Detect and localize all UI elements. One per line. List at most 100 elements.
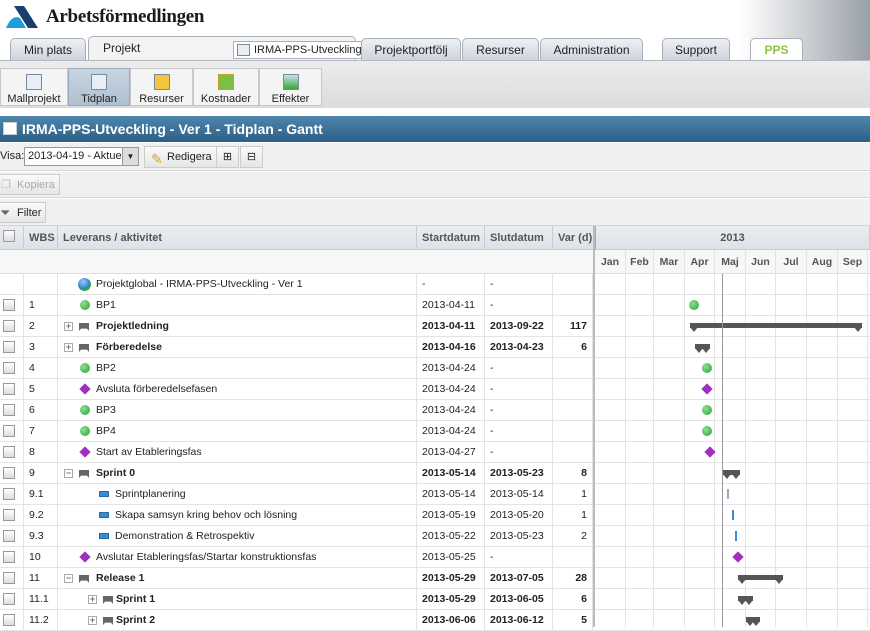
table-row[interactable]: 9.2 Skapa samsyn kring behov och lösning… [0,505,870,526]
expand-toggle-icon[interactable]: + [88,616,97,625]
edit-button[interactable]: ✎ Redigera [144,146,217,168]
activity-name[interactable]: BP4 [96,421,116,441]
activity-name[interactable]: Avslutar Etableringsfas/Startar konstruk… [96,547,316,567]
tab-resurser[interactable]: Resurser [462,38,539,60]
var-cell: 2 [553,526,593,547]
chevron-down-icon[interactable]: ▼ [122,148,138,165]
start-cell: 2013-04-16 [417,337,485,358]
row-checkbox[interactable] [3,530,15,542]
task-bar[interactable] [727,489,729,499]
table-row[interactable]: 2 + Projektledning 2013-04-11 2013-09-22 … [0,316,870,337]
table-row[interactable]: 7 BP4 2013-04-24 - [0,421,870,442]
expand-toggle-icon[interactable]: + [64,343,73,352]
activity-name[interactable]: Sprint 2 [116,610,155,630]
table-row[interactable]: 6 BP3 2013-04-24 - [0,400,870,421]
activity-name[interactable]: Start av Etableringsfas [96,442,202,462]
tab-projekt[interactable]: Projekt IRMA-PPS-Utveckling - Ver 1 (Mal… [88,36,432,60]
table-row[interactable]: 9.1 Sprintplanering 2013-05-14 2013-05-1… [0,484,870,505]
task-bar[interactable] [735,531,737,541]
row-checkbox[interactable] [3,299,15,311]
expand-toggle-icon[interactable]: − [64,574,73,583]
row-checkbox[interactable] [3,509,15,521]
globe-icon [78,278,91,291]
row-checkbox[interactable] [3,425,15,437]
table-row[interactable]: 8 Start av Etableringsfas 2013-04-27 - [0,442,870,463]
summary-bar-end [752,621,760,626]
name-cell: − Sprint 0 [58,463,417,484]
table-row[interactable]: 11.1 + Sprint 1 2013-05-29 2013-06-05 6 [0,589,870,610]
row-checkbox[interactable] [3,446,15,458]
select-all-checkbox[interactable] [3,230,15,242]
table-row[interactable]: 11.2 + Sprint 2 2013-06-06 2013-06-12 5 [0,610,870,631]
table-row[interactable]: 1 BP1 2013-04-11 - [0,295,870,316]
activity-name[interactable]: Projektglobal - IRMA-PPS-Utveckling - Ve… [96,274,303,294]
row-checkbox[interactable] [3,383,15,395]
subtab-resurser[interactable]: Resurser [130,68,193,106]
table-row[interactable]: 10 Avslutar Etableringsfas/Startar konst… [0,547,870,568]
col-var[interactable]: Var (d) [553,226,595,250]
table-row[interactable]: 4 BP2 2013-04-24 - [0,358,870,379]
row-checkbox[interactable] [3,404,15,416]
row-checkbox[interactable] [3,488,15,500]
row-checkbox[interactable] [3,572,15,584]
col-end[interactable]: Slutdatum [485,226,553,250]
sub-toolbar: Mallprojekt Tidplan Resurser Kostnader E… [0,60,870,108]
table-row[interactable]: 5 Avsluta förberedelsefasen 2013-04-24 - [0,379,870,400]
row-checkbox[interactable] [3,551,15,563]
decision-point-marker[interactable] [702,405,712,415]
col-name[interactable]: Leverans / aktivitet [58,226,417,250]
milestone-marker[interactable] [701,383,713,395]
activity-name[interactable]: Demonstration & Retrospektiv [115,526,254,546]
decision-point-marker[interactable] [702,426,712,436]
decision-point-marker[interactable] [689,300,699,310]
activity-name[interactable]: Projektledning [96,316,169,336]
activity-name[interactable]: Sprint 0 [96,463,135,483]
milestone-marker[interactable] [704,446,716,458]
subtab-mallprojekt[interactable]: Mallprojekt [0,68,68,106]
milestone-marker[interactable] [732,551,744,563]
row-checkbox[interactable] [3,467,15,479]
col-wbs[interactable]: WBS [24,226,58,250]
activity-name[interactable]: Sprint 1 [116,589,155,609]
tab-support[interactable]: Support [662,38,730,60]
version-select[interactable]: 2013-04-19 - Aktuell ▼ [24,147,139,166]
activity-name[interactable]: BP1 [96,295,116,315]
decision-point-marker[interactable] [702,363,712,373]
table-row[interactable]: 9.3 Demonstration & Retrospektiv 2013-05… [0,526,870,547]
table-row[interactable]: 3 + Förberedelse 2013-04-16 2013-04-23 6 [0,337,870,358]
expand-toggle-icon[interactable]: + [64,322,73,331]
subtab-effekter[interactable]: Effekter [259,68,322,106]
table-row[interactable]: 11 − Release 1 2013-05-29 2013-07-05 28 [0,568,870,589]
subtab-tidplan[interactable]: Tidplan [68,68,130,106]
row-checkbox[interactable] [3,341,15,353]
row-checkbox[interactable] [3,614,15,626]
activity-name[interactable]: BP3 [96,400,116,420]
activity-name[interactable]: Avsluta förberedelsefasen [96,379,217,399]
task-bar[interactable] [732,510,734,520]
subtab-kostnader[interactable]: Kostnader [193,68,259,106]
table-row[interactable]: 9 − Sprint 0 2013-05-14 2013-05-23 8 [0,463,870,484]
expand-all-button[interactable]: ⊞ [216,146,239,168]
filter-button[interactable]: ⏷ Filter [0,202,47,223]
gantt-splitter[interactable] [593,226,595,627]
row-checkbox[interactable] [3,362,15,374]
tab-projektportfolj[interactable]: Projektportfölj [361,38,461,60]
expand-toggle-icon[interactable]: + [88,595,97,604]
tab-min-plats[interactable]: Min plats [10,38,86,60]
tab-pps[interactable]: PPS [750,38,803,60]
table-row[interactable]: Projektglobal - IRMA-PPS-Utveckling - Ve… [0,274,870,295]
summary-bar[interactable] [690,323,862,328]
activity-name[interactable]: Skapa samsyn kring behov och lösning [115,505,297,525]
start-cell: 2013-05-25 [417,547,485,568]
activity-name[interactable]: BP2 [96,358,116,378]
col-start[interactable]: Startdatum [417,226,485,250]
activity-name[interactable]: Release 1 [96,568,144,588]
activity-name[interactable]: Sprintplanering [115,484,186,504]
row-checkbox[interactable] [3,593,15,605]
tab-administration[interactable]: Administration [540,38,643,60]
copy-button[interactable]: ❐ Kopiera [0,174,60,195]
collapse-all-button[interactable]: ⊟ [240,146,263,168]
expand-toggle-icon[interactable]: − [64,469,73,478]
activity-name[interactable]: Förberedelse [96,337,162,357]
row-checkbox[interactable] [3,320,15,332]
